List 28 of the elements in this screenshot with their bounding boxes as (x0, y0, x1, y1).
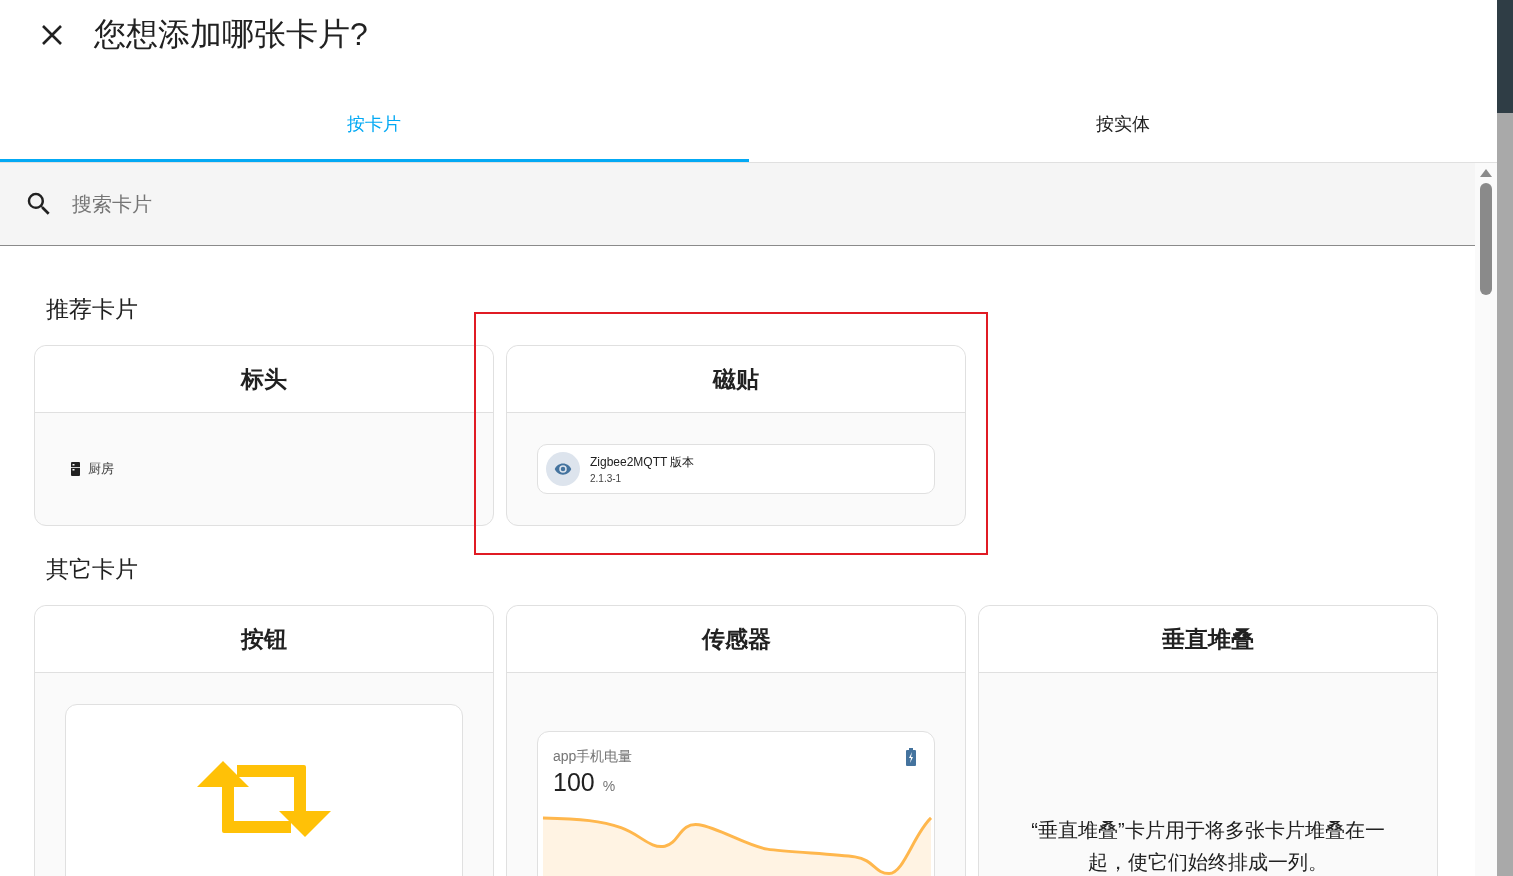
battery-charging-icon (906, 748, 916, 766)
area-label: 厨房 (88, 460, 114, 478)
card-option[interactable]: 磁贴 Zigbee2MQTT 版本 2.1.3-1 (506, 345, 966, 526)
fridge-icon (71, 462, 80, 476)
search-bar[interactable]: 搜索卡片 (0, 163, 1475, 246)
card-option[interactable]: 垂直堆叠 “垂直堆叠”卡片用于将多张卡片堆叠在一起，使它们始终排成一列。 (978, 605, 1438, 876)
card-option[interactable]: 传感器 app手机电量 100 % (506, 605, 966, 876)
card-title: 垂直堆叠 (979, 606, 1437, 673)
sensor-name: app手机电量 (553, 748, 633, 766)
section-title: 其它卡片 (46, 555, 139, 584)
tab[interactable]: 按实体 (748, 88, 1497, 162)
scroll-up-icon[interactable] (1480, 169, 1492, 177)
dialog-title: 您想添加哪张卡片? (94, 15, 368, 54)
scrollbar-thumb[interactable] (1480, 183, 1492, 295)
eye-icon (546, 452, 580, 486)
card-title: 标头 (35, 346, 493, 413)
entity-state: 2.1.3-1 (590, 473, 623, 484)
section-title: 推荐卡片 (46, 295, 139, 324)
unit-label: % (602, 778, 616, 794)
entity-name: Zigbee2MQTT 版本 (590, 454, 695, 471)
card-description: “垂直堆叠”卡片用于将多张卡片堆叠在一起，使它们始终排成一列。 (1030, 818, 1386, 875)
card-title: 磁贴 (507, 346, 965, 413)
card-title: 按钮 (35, 606, 493, 673)
sensor-value: 100 (553, 768, 595, 797)
card-title: 传感器 (507, 606, 965, 673)
card-option[interactable]: 按钮 (34, 605, 494, 876)
card-option[interactable]: 标头 厨房 (34, 345, 494, 526)
search-field[interactable]: 搜索卡片 (70, 191, 1475, 217)
